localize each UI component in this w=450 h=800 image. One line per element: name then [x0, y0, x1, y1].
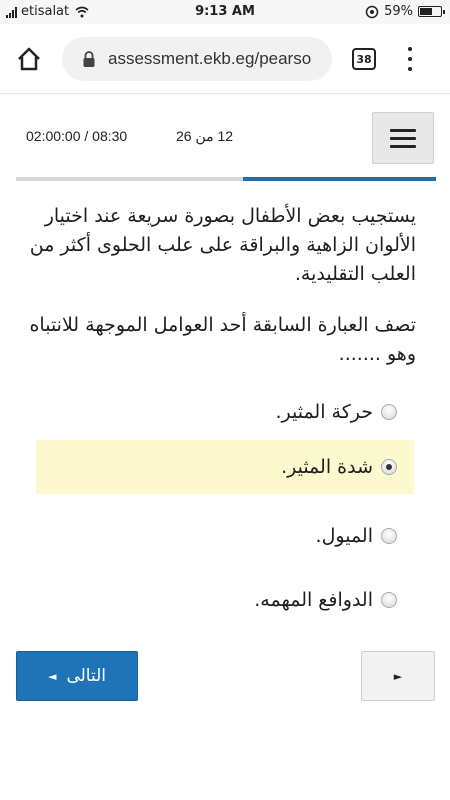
answer-option-label[interactable]: الدوافع المهمه. — [254, 589, 373, 611]
radio-button[interactable] — [381, 404, 397, 420]
radio-button[interactable] — [381, 592, 397, 608]
battery-percent: 59% — [384, 4, 413, 19]
radio-button-checked[interactable] — [381, 459, 397, 475]
quiz-timer: 02:00:00 / 08:30 — [26, 128, 128, 144]
answer-option-2[interactable]: شدة المثير. — [36, 440, 414, 494]
answer-option-label[interactable]: الميول. — [316, 525, 373, 547]
hamburger-icon — [390, 128, 416, 132]
status-bar: etisalat 9:13 AM 59% — [0, 0, 450, 24]
lock-icon — [83, 51, 95, 67]
browser-toolbar: assessment.ekb.eg/pearso 38 — [0, 24, 450, 94]
tabs-count-button[interactable]: 38 — [352, 48, 376, 70]
more-vert-icon[interactable] — [405, 45, 415, 73]
next-button[interactable]: التالى ◄ — [16, 651, 138, 701]
radio-button[interactable] — [381, 528, 397, 544]
progress-fill — [242, 177, 436, 181]
next-button-label: التالى — [66, 666, 107, 686]
answer-option-label[interactable]: شدة المثير. — [281, 456, 373, 478]
data-saver-icon — [365, 5, 379, 18]
answer-option-label[interactable]: حركة المثير. — [275, 401, 373, 423]
question-counter: 12 من 26 — [176, 128, 234, 144]
answer-option-1[interactable]: حركة المثير. — [36, 385, 414, 439]
question-text: يستجيب بعض الأطفال بصورة سريعة عند اختيا… — [29, 205, 416, 285]
answer-option-3[interactable]: الميول. — [36, 509, 414, 563]
answer-option-4[interactable]: الدوافع المهمه. — [36, 573, 414, 627]
url-text[interactable]: assessment.ekb.eg/pearso — [108, 49, 311, 69]
left-arrow-icon: ◄ — [47, 669, 57, 683]
home-icon[interactable] — [14, 44, 44, 74]
question-navigation-menu-button[interactable] — [372, 112, 434, 164]
page-nav-button[interactable]: ► — [361, 651, 435, 701]
address-bar[interactable]: assessment.ekb.eg/pearso — [62, 37, 332, 81]
question-prompt: تصف العبارة السابقة أحد العوامل الموجهة … — [29, 314, 416, 365]
status-right: 59% — [365, 4, 445, 19]
battery-fill — [420, 8, 432, 15]
progress-bar — [16, 177, 436, 181]
battery-icon — [418, 6, 445, 17]
right-arrow-icon: ► — [393, 669, 403, 683]
